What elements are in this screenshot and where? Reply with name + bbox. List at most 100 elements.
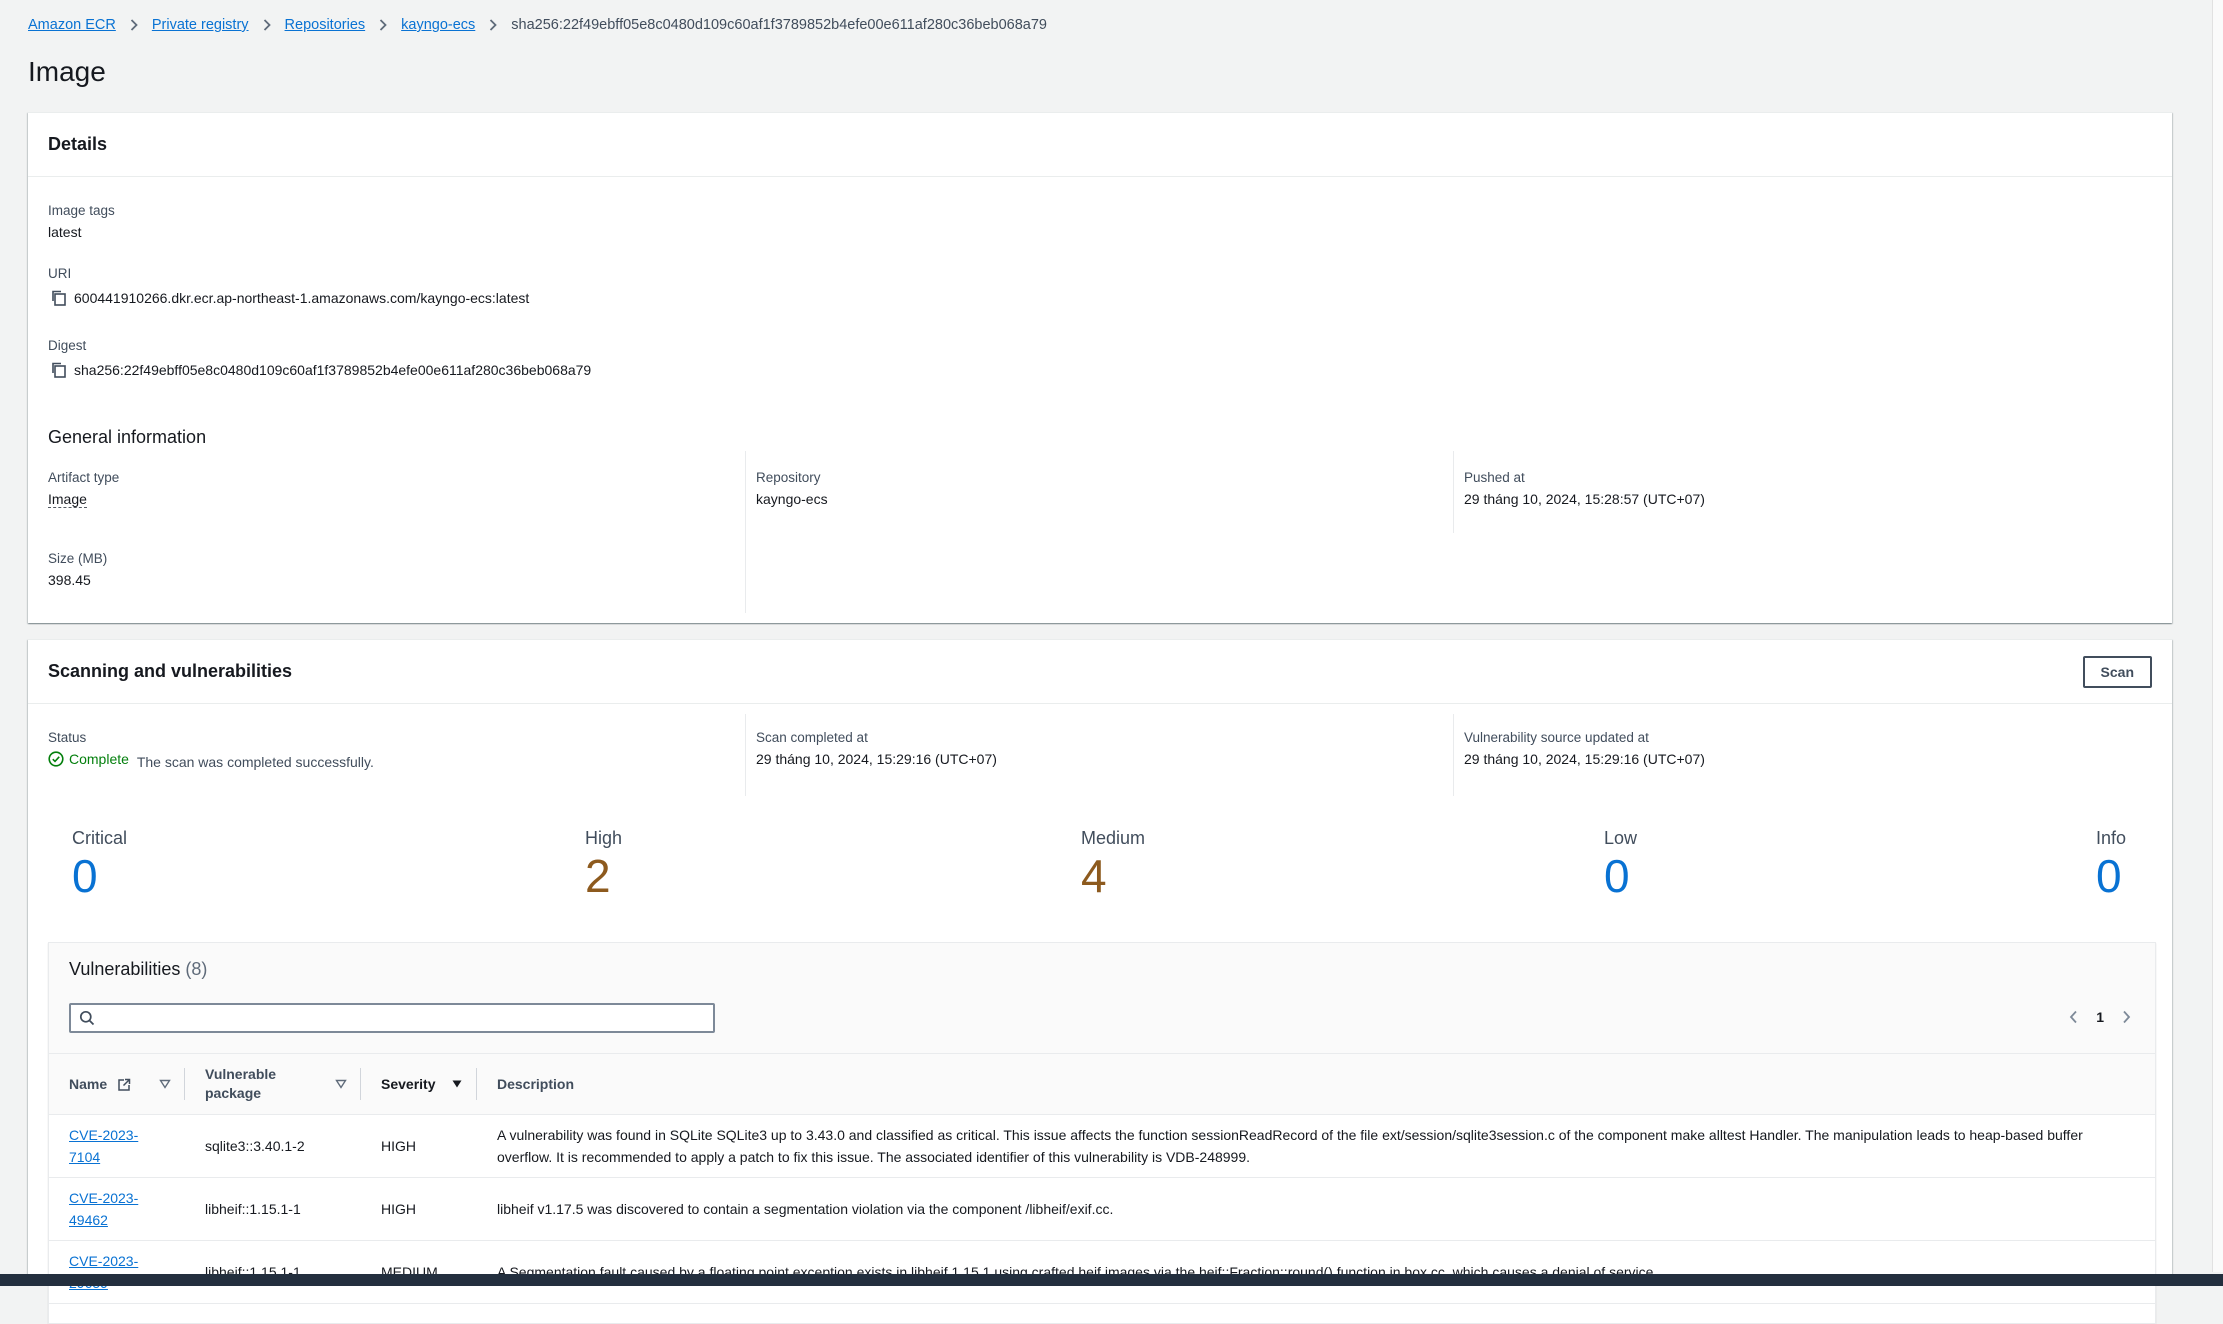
page-title: Image [28,56,106,87]
severity-low-count: 0 [1604,850,1630,902]
vuln-source-label: Vulnerability source updated at [1464,730,1649,745]
repository-label: Repository [756,470,821,485]
vulnerabilities-title: Vulnerabilities (8) [69,959,207,980]
vuln-source-value: 29 tháng 10, 2024, 15:29:16 (UTC+07) [1464,751,1705,767]
severity-critical-label: Critical [72,828,128,848]
column-header-package[interactable]: Vulnerable package [185,1054,361,1115]
column-package-label-line2: package [205,1084,262,1101]
artifact-type-value[interactable]: Image [48,491,87,508]
column-header-description: Description [477,1054,2155,1115]
description-cell: A Segmentation fault caused by a floatin… [477,1240,2155,1304]
severity-medium: Medium 4 [1081,828,1145,901]
column-divider [1453,451,1454,533]
package-cell: libheif::1.15.1-1 [185,1177,361,1241]
severity-high-label: High [585,828,623,848]
scanning-card: Scanning and vulnerabilities Scan Status… [28,639,2172,1324]
table-row: CVE-2023- 7104 sqlite3::3.40.1-2 HIGH A v… [49,1114,2155,1178]
external-link-icon [118,1078,131,1091]
package-cell: sqlite3::3.40.1-2 [185,1114,361,1178]
scan-completed-label: Scan completed at [756,730,868,745]
chevron-left-icon[interactable] [2069,1010,2078,1024]
column-header-severity[interactable]: Severity [361,1054,477,1115]
size-field: Size (MB) 398.45 [48,551,107,588]
breadcrumb-amazon-ecr[interactable]: Amazon ECR [28,17,116,33]
column-divider [745,714,746,796]
severity-medium-count: 4 [1081,850,1107,902]
general-info-heading: General information [48,427,207,447]
table-row: CVE-2023- 49462 libheif::1.15.1-1 HIGH li… [49,1177,2155,1241]
cve-link[interactable]: CVE-2023- 49462 [69,1190,138,1228]
details-header: Details [28,113,2172,177]
column-divider [1453,714,1454,796]
image-tags-value: latest [48,224,82,240]
severity-cell: MEDIUM [361,1240,477,1304]
artifact-type-label: Artifact type [48,470,120,485]
copy-icon[interactable] [50,289,68,307]
pushed-at-value: 29 tháng 10, 2024, 15:28:57 (UTC+07) [1464,491,1705,507]
size-label: Size (MB) [48,551,108,566]
vuln-source-field: Vulnerability source updated at 29 tháng… [1464,730,1705,767]
column-name-label: Name [69,1075,108,1092]
breadcrumb-private-registry[interactable]: Private registry [152,17,249,33]
repository-field: Repository kayngo-ecs [756,470,828,507]
column-divider [745,451,746,613]
digest-field: Digest sha256:22f49ebff05e8c0480d109c60a… [48,338,591,379]
column-severity-label: Severity [381,1075,436,1092]
severity-cell: HIGH [361,1114,477,1178]
vulnerabilities-table: Name Vulnerable package Severity Descrip… [49,1054,2155,1304]
description-cell: libheif v1.17.5 was discovered to contai… [477,1177,2155,1241]
severity-info-count: 0 [2096,850,2122,902]
table-row: CVE-2023-29659 libheif::1.15.1-1 MEDIUM … [49,1240,2155,1304]
page-number[interactable]: 1 [2096,1009,2104,1025]
breadcrumb-repositories[interactable]: Repositories [285,17,366,33]
vulnerabilities-title-text: Vulnerabilities [69,959,181,979]
scrollbar[interactable] [2212,0,2223,1272]
artifact-type-field: Artifact type Image [48,470,120,508]
severity-info: Info 0 [2096,828,2126,901]
copy-icon[interactable] [50,361,68,379]
severity-high: High 2 [585,828,622,901]
image-tags-field: Image tags latest [48,203,115,240]
chevron-right-icon [489,19,498,31]
cve-link[interactable]: CVE-2023- 7104 [69,1127,138,1165]
breadcrumb-kayngo-ecs[interactable]: kayngo-ecs [401,17,475,33]
search-box[interactable] [69,1003,715,1033]
chevron-right-icon[interactable] [2122,1010,2131,1024]
digest-label: Digest [48,338,87,353]
sort-caret-icon[interactable] [335,1079,347,1089]
scan-completed-field: Scan completed at 29 tháng 10, 2024, 15:… [756,730,997,767]
column-header-name[interactable]: Name [49,1054,185,1115]
status-label: Status [48,730,87,745]
status-message: The scan was completed successfully. [136,754,374,770]
column-package-label-line1: Vulnerable [205,1065,277,1082]
search-input[interactable] [101,1005,713,1031]
check-circle-icon [48,751,64,767]
severity-cell: HIGH [361,1177,477,1241]
scan-completed-value: 29 tháng 10, 2024, 15:29:16 (UTC+07) [756,751,997,767]
footer-bar [0,1274,2223,1286]
chevron-right-icon [379,19,387,31]
severity-medium-label: Medium [1081,828,1146,848]
severity-critical-count: 0 [72,850,98,902]
pushed-at-label: Pushed at [1464,470,1525,485]
uri-label: URI [48,266,72,281]
severity-low: Low 0 [1604,828,1637,901]
chevron-right-icon [263,19,271,31]
sort-caret-icon[interactable] [159,1079,171,1089]
severity-critical: Critical 0 [72,828,127,901]
vulnerabilities-count: (8) [185,959,208,979]
chevron-right-icon [130,19,138,31]
pagination: 1 [2069,1009,2131,1025]
status-field: Status Complete The scan was completed s… [48,730,374,770]
severity-low-label: Low [1604,828,1638,848]
pushed-at-field: Pushed at 29 tháng 10, 2024, 15:28:57 (U… [1464,470,1705,507]
scan-button[interactable]: Scan [2082,655,2152,688]
size-value: 398.45 [48,572,91,588]
search-icon [79,1010,95,1026]
column-description-label: Description [497,1075,575,1092]
package-cell: libheif::1.15.1-1 [185,1240,361,1304]
details-card: Details Image tags latest URI 6004419102… [28,112,2172,623]
description-cell: A vulnerability was found in SQLite SQLi… [477,1114,2155,1178]
scanning-header: Scanning and vulnerabilities Scan [28,640,2172,704]
sort-caret-down-filled-icon[interactable] [451,1079,463,1089]
